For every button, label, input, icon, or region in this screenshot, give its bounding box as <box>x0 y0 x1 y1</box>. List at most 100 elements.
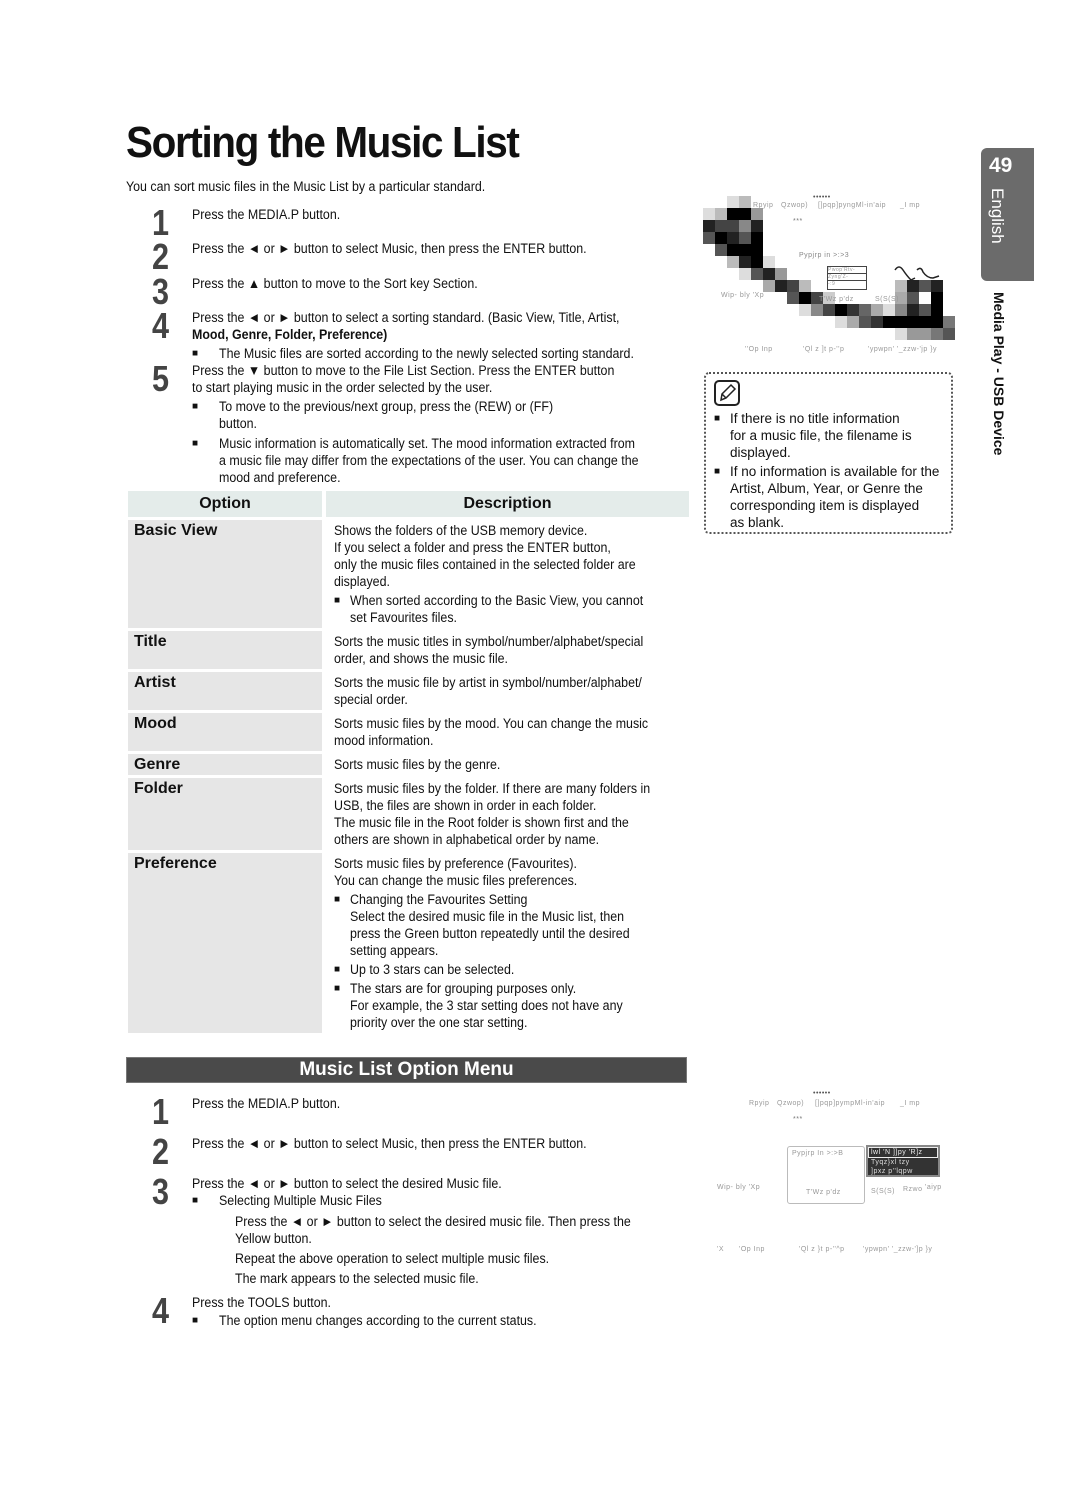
description-line: The music file in the Root folder is sho… <box>334 815 629 830</box>
description-line: order, and shows the music file. <box>334 651 508 666</box>
option-name: Mood <box>128 713 322 751</box>
row-label: T'Wz p'dz <box>819 296 854 303</box>
popup-item[interactable]: Tyqz}xl tzy <box>868 1158 938 1167</box>
pixel-art-block <box>775 280 787 292</box>
pixel-art-block <box>715 232 727 244</box>
table-body: Basic View Shows the folders of the USB m… <box>128 520 689 1033</box>
description-line: Sorts music files by the genre. <box>334 757 501 772</box>
step-bullet: To move to the previous/next group, pres… <box>219 399 554 414</box>
column-header-description: Description <box>326 491 689 517</box>
pixel-art-block <box>895 328 907 340</box>
pixel-art-block <box>907 328 919 340</box>
row-label: Wip- bly 'Xp <box>721 292 765 299</box>
music-panel: Pypjrp In >:>B T'Wz p'dz <box>787 1146 865 1204</box>
pixel-art-block <box>703 232 715 244</box>
chapter-label: Media Play - USB Device <box>991 292 1007 456</box>
popup-item-selected[interactable]: lwl 'N ]]py 'R]z <box>868 1147 938 1158</box>
description-line: displayed. <box>334 574 390 589</box>
screen-header-3: []pqp]pympMl-in'aip <box>815 1100 885 1107</box>
pixel-art-block <box>715 208 727 220</box>
description-line: Sorts music files by the mood. You can c… <box>334 716 649 731</box>
music-notes-icon <box>894 266 940 281</box>
step-bullet: The Music files are sorted according to … <box>219 346 634 361</box>
option-name: Genre <box>128 754 322 775</box>
sort-menu: Pwop'Rtv- Zyng'Z- -:9 <box>827 266 867 290</box>
note-line: If there is no title information <box>730 411 900 426</box>
pixel-art-block <box>787 292 799 304</box>
option-name: Artist <box>128 672 322 710</box>
description-bullet: When sorted according to the Basic View,… <box>334 592 689 626</box>
option-name: Preference <box>128 853 322 1033</box>
note-line: for a music file, the filename is <box>730 428 912 443</box>
tv-screen-option-menu-illustration: •••••• Rpyip Qzwop) []pqp]pympMl-in'aip … <box>703 1088 958 1258</box>
pixel-art-block <box>787 280 799 292</box>
option-name: Title <box>128 631 322 669</box>
pixel-art-block <box>907 316 919 328</box>
footer-item: ''Op Inp <box>745 346 773 353</box>
step-number: 2 <box>152 1131 170 1172</box>
section-header: Music List Option Menu <box>126 1057 687 1083</box>
pixel-art-block <box>799 280 811 292</box>
option-description: Sorts music files by the folder. If ther… <box>326 778 689 850</box>
option-name: Basic View <box>128 520 322 628</box>
description-line: only the music files contained in the se… <box>334 557 636 572</box>
pixel-art-block <box>703 208 715 220</box>
pixel-art-block <box>727 232 739 244</box>
bullet-line: press the Green button repeatedly until … <box>350 926 630 941</box>
description-line: Shows the folders of the USB memory devi… <box>334 523 588 538</box>
menu-row: Zyng'Z- <box>828 274 866 281</box>
pixel-art-block <box>739 232 751 244</box>
popup-item[interactable]: ]pxz p''lqpw <box>868 1167 938 1176</box>
option-description: Sorts music files by the mood. You can c… <box>326 713 689 751</box>
sub-text: The mark appears to the selected music f… <box>235 1271 479 1286</box>
screen-header-1: Rpyip <box>749 1100 770 1107</box>
description-bullet: Changing the Favourites Setting Select th… <box>334 891 689 959</box>
description-line: Sorts the music file by artist in symbol… <box>334 675 642 690</box>
screen-header-2: Qzwop) <box>781 202 809 209</box>
pixel-art-block <box>859 304 871 316</box>
language-label: English <box>988 188 1007 244</box>
description-line: Sorts music files by the folder. If ther… <box>334 781 651 796</box>
pixel-art-block <box>919 304 931 316</box>
description-line: You can change the music files preferenc… <box>334 873 578 888</box>
step-text: Press the ▼ button to move to the File L… <box>192 363 615 378</box>
pixel-art-block <box>871 304 883 316</box>
option-description: Sorts music files by preference (Favouri… <box>326 853 689 1033</box>
pixel-art-block <box>751 220 763 232</box>
description-bullet: Up to 3 stars can be selected. <box>334 961 689 978</box>
bullet-line: Changing the Favourites Setting <box>350 892 528 907</box>
pixel-art-block <box>859 316 871 328</box>
step-bullet: The option menu changes according to the… <box>219 1313 537 1328</box>
sub-text: Press the ◄ or ► button to select the de… <box>235 1214 631 1229</box>
pixel-art-block <box>883 304 895 316</box>
step-text: Press the MEDIA.P button. <box>192 207 341 222</box>
pixel-art-block <box>907 292 919 304</box>
pixel-art-block <box>739 208 751 220</box>
screen-header-4: _I mp <box>900 1100 921 1107</box>
description-line: Sorts the music titles in symbol/number/… <box>334 634 644 649</box>
pixel-art-block <box>739 244 751 256</box>
footer-item: 'Op Inp <box>739 1246 765 1253</box>
pixel-art-block <box>727 196 739 208</box>
row-label: Rzwo <box>903 1186 923 1193</box>
sort-options-table: Option Description Basic View Shows the f… <box>128 488 689 1036</box>
footer-item: 'X <box>717 1246 725 1253</box>
step-text: to start playing music in the order sele… <box>192 380 493 395</box>
note-line: corresponding item is displayed <box>730 498 920 513</box>
step-text: Press the ◄ or ► button to select the de… <box>192 1176 502 1191</box>
step-number: 4 <box>152 1290 170 1331</box>
bullet-line: Select the desired music file in the Mus… <box>350 909 625 924</box>
note-line: Artist, Album, Year, or Genre the <box>730 481 923 496</box>
page-side-tab: 49 English <box>981 148 1034 281</box>
step-text: Press the ◄ or ► button to select Music,… <box>192 241 587 256</box>
pixel-art-block <box>739 256 751 268</box>
pixel-art-block <box>943 328 955 340</box>
step-number: 3 <box>152 1171 170 1212</box>
bullet-line: The stars are for grouping purposes only… <box>350 981 577 996</box>
screen-header-2: Qzwop) <box>777 1100 805 1107</box>
footer-item: 'Ql z ]t p-''p <box>803 346 845 353</box>
pixel-art-block <box>763 280 775 292</box>
rating: *** <box>793 218 803 225</box>
description-line: mood information. <box>334 733 434 748</box>
pixel-art-block <box>835 304 847 316</box>
